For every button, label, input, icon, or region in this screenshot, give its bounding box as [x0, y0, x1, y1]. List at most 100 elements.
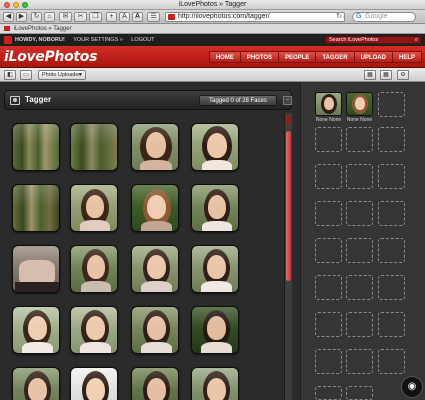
people-panel: None None None None: [300, 82, 425, 400]
scroll-up-arrow[interactable]: [286, 115, 291, 125]
empty-person-slot[interactable]: [346, 386, 373, 400]
grid-small-view-button[interactable]: ▦: [364, 70, 376, 80]
empty-person-slot[interactable]: [378, 312, 405, 337]
face-thumbnail[interactable]: [131, 184, 179, 232]
search-icon[interactable]: ⌕: [415, 37, 418, 43]
empty-person-slot[interactable]: [378, 164, 405, 189]
body-shape: [202, 221, 232, 231]
face-thumbnail[interactable]: [191, 245, 239, 293]
empty-person-slot[interactable]: [346, 312, 373, 337]
empty-person-slot[interactable]: [315, 164, 342, 189]
body-shape: [22, 342, 53, 353]
face-thumbnail[interactable]: [191, 123, 239, 171]
face-thumbnail[interactable]: [131, 306, 179, 354]
empty-person-slot[interactable]: [346, 201, 373, 226]
reload-button[interactable]: ↻: [31, 12, 42, 22]
face-thumbnail[interactable]: [12, 306, 60, 354]
empty-person-slot[interactable]: [315, 275, 342, 300]
avatar[interactable]: [4, 36, 12, 44]
empty-person-slot[interactable]: [378, 127, 405, 152]
hair-shape: [143, 249, 170, 287]
view-toggle-button[interactable]: ▭: [20, 70, 32, 80]
cut-button[interactable]: ✂: [74, 12, 87, 22]
tagger-scrollbar[interactable]: [284, 113, 292, 400]
empty-person-slot[interactable]: [378, 349, 405, 374]
face-shape: [86, 316, 105, 340]
collapse-button[interactable]: –: [283, 96, 292, 105]
empty-person-slot[interactable]: [346, 349, 373, 374]
site-search-input[interactable]: Search iLovePhotos ⌕: [325, 36, 421, 44]
empty-person-slot[interactable]: [315, 201, 342, 226]
face-shape: [207, 378, 226, 400]
body-shape: [202, 160, 232, 170]
mail-button[interactable]: ✉: [59, 12, 72, 22]
text-smaller-button[interactable]: A: [119, 12, 130, 22]
face-shape: [147, 255, 166, 279]
grid-large-view-button[interactable]: ▦: [380, 70, 392, 80]
page-menu-button[interactable]: ☰: [147, 12, 160, 22]
face-thumbnail[interactable]: [131, 123, 179, 171]
refresh-icon[interactable]: ↻: [336, 13, 342, 21]
google-search-input[interactable]: G Google: [352, 12, 416, 22]
person-name: None None: [346, 117, 373, 123]
face-thumbnail[interactable]: [70, 123, 118, 171]
hair-shape: [203, 371, 230, 400]
nav-help[interactable]: HELP: [391, 51, 422, 63]
nav-home[interactable]: HOME: [208, 51, 241, 63]
face-shape: [147, 195, 166, 219]
person-card[interactable]: None None: [315, 92, 342, 130]
forward-button[interactable]: ▶: [16, 12, 27, 22]
face-thumbnail[interactable]: [12, 184, 60, 232]
settings-link[interactable]: YOUR SETTINGS »: [73, 37, 123, 43]
face-thumbnail[interactable]: [191, 184, 239, 232]
copy-button[interactable]: ❐: [89, 12, 102, 22]
hair-shape: [203, 310, 230, 348]
hair-shape: [143, 189, 171, 227]
chevron-down-icon: ▼: [78, 72, 83, 78]
photo-uploader-dropdown[interactable]: Photo Uploader ▼: [38, 70, 86, 80]
address-bar[interactable]: http://ilovephotos.com/tagger/ ↻: [165, 12, 345, 22]
empty-person-slot[interactable]: [315, 349, 342, 374]
nav-people[interactable]: PEOPLE: [278, 51, 317, 63]
scroll-thumb[interactable]: [286, 131, 291, 281]
empty-person-slot[interactable]: [346, 275, 373, 300]
face-thumbnail[interactable]: [70, 306, 118, 354]
add-bookmark-button[interactable]: +: [106, 12, 117, 22]
face-thumbnail[interactable]: [131, 245, 179, 293]
empty-person-slot[interactable]: [315, 238, 342, 263]
empty-person-slot[interactable]: [378, 201, 405, 226]
person-card[interactable]: None None: [346, 92, 373, 130]
empty-person-slot[interactable]: [378, 275, 405, 300]
empty-person-slot[interactable]: [315, 127, 342, 152]
face-thumbnail[interactable]: [12, 367, 60, 400]
face-thumbnail[interactable]: [131, 367, 179, 400]
empty-person-slot[interactable]: [378, 238, 405, 263]
face-thumbnail[interactable]: [191, 306, 239, 354]
empty-person-slot[interactable]: [346, 164, 373, 189]
bookmark-item[interactable]: iLovePhotos » Tagger: [14, 26, 72, 32]
logout-link[interactable]: LOGOUT: [131, 37, 154, 43]
face-thumbnail[interactable]: [70, 184, 118, 232]
sidebar-toggle-button[interactable]: ◧: [4, 70, 16, 80]
empty-person-slot[interactable]: [346, 127, 373, 152]
nav-tagger[interactable]: TAGGER: [315, 51, 355, 63]
face-thumbnail[interactable]: [191, 367, 239, 400]
empty-person-slot[interactable]: [315, 386, 342, 400]
gear-icon: ⚙: [400, 72, 406, 78]
empty-person-slot[interactable]: [378, 92, 405, 117]
text-bigger-button[interactable]: A: [132, 12, 143, 22]
empty-person-slot[interactable]: [346, 238, 373, 263]
face-thumbnail[interactable]: [70, 245, 118, 293]
home-button[interactable]: ⌂: [44, 12, 55, 22]
back-button[interactable]: ◀: [3, 12, 14, 22]
body-shape: [141, 281, 172, 292]
face-thumbnail[interactable]: [12, 123, 60, 171]
face-thumbnail[interactable]: [12, 245, 60, 293]
nav-photos[interactable]: PHOTOS: [239, 51, 280, 63]
face-thumbnail[interactable]: [70, 367, 118, 400]
site-logo[interactable]: iLovePhotos: [4, 49, 97, 65]
settings-gear-button[interactable]: ⚙: [397, 70, 409, 80]
user-strip: HOWDY, NOBORU! YOUR SETTINGS » LOGOUT Se…: [0, 34, 425, 46]
nav-upload[interactable]: UPLOAD: [353, 51, 393, 63]
empty-person-slot[interactable]: [315, 312, 342, 337]
